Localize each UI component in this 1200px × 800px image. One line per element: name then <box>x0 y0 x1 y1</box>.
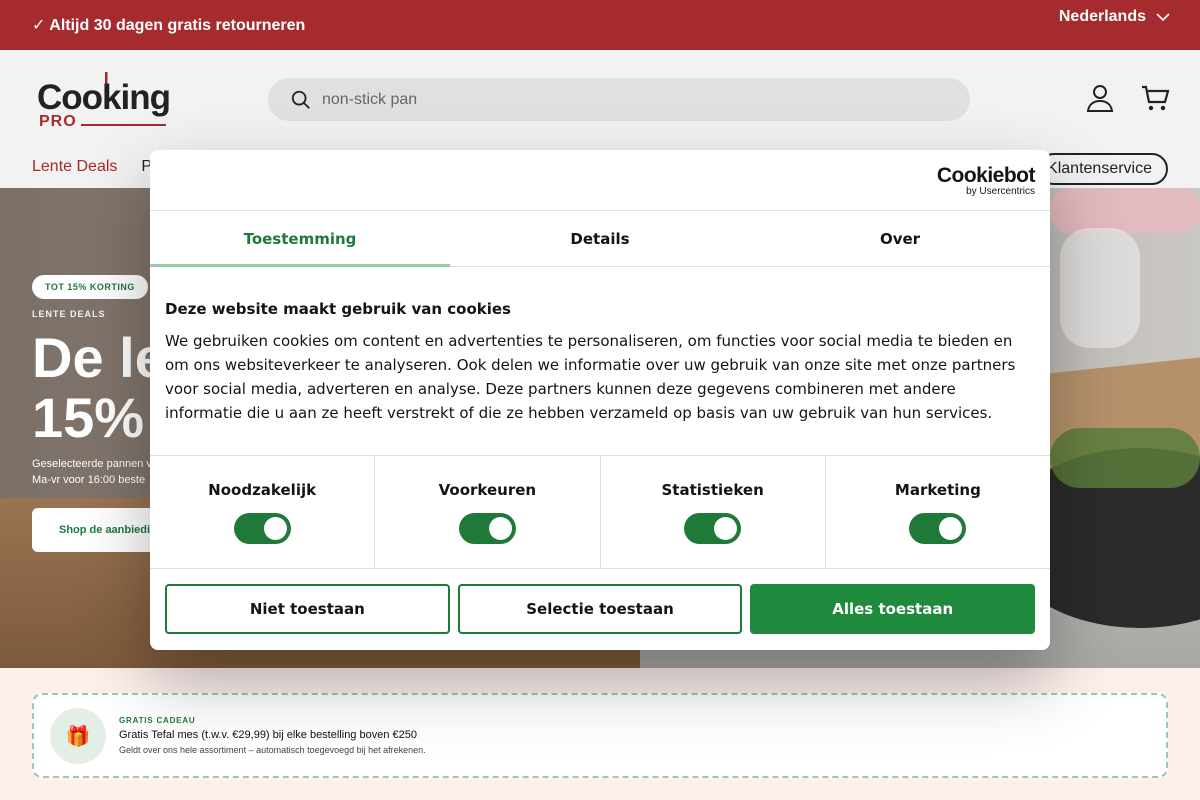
cookiebot-logo: Cookiebot by Usercentrics <box>936 164 1036 197</box>
toggle-knob <box>939 517 963 540</box>
tab-over[interactable]: Over <box>750 211 1050 266</box>
allow-all-button[interactable]: Alles toestaan <box>750 584 1036 634</box>
allow-selection-button[interactable]: Selectie toestaan <box>457 584 743 634</box>
category-label: Marketing <box>894 481 981 499</box>
category-marketing: Marketing <box>826 456 1050 568</box>
tab-toestemming[interactable]: Toestemming <box>150 211 450 267</box>
deny-button[interactable]: Niet toestaan <box>165 584 450 634</box>
category-label: Noodzakelijk <box>208 481 317 499</box>
category-voorkeuren: Voorkeuren <box>375 456 601 568</box>
consent-tabs: Toestemming Details Over <box>150 210 1050 267</box>
consent-body: We gebruiken cookies om content en adver… <box>165 332 1016 422</box>
toggle-knob <box>488 517 512 540</box>
toggle-knob <box>263 517 287 540</box>
cookiebot-brand: Cookiebot <box>936 164 1036 187</box>
toggle-marketing[interactable] <box>909 513 967 544</box>
consent-categories: Noodzakelijk Voorkeuren Statistieken Mar… <box>150 455 1050 569</box>
category-statistieken: Statistieken <box>601 456 826 568</box>
toggle-statistieken[interactable] <box>684 513 742 544</box>
cookie-consent-dialog: Cookiebot by Usercentrics Toestemming De… <box>150 150 1050 650</box>
category-label: Voorkeuren <box>438 481 537 499</box>
category-noodzakelijk: Noodzakelijk <box>150 456 376 568</box>
toggle-voorkeuren[interactable] <box>458 513 516 544</box>
category-label: Statistieken <box>661 481 764 499</box>
toggle-noodzakelijk[interactable] <box>233 513 291 544</box>
tab-details[interactable]: Details <box>450 211 750 266</box>
consent-buttons: Niet toestaan Selectie toestaan Alles to… <box>165 584 1036 634</box>
consent-heading: Deze website maakt gebruik van cookies <box>165 300 511 318</box>
toggle-knob <box>714 517 738 540</box>
